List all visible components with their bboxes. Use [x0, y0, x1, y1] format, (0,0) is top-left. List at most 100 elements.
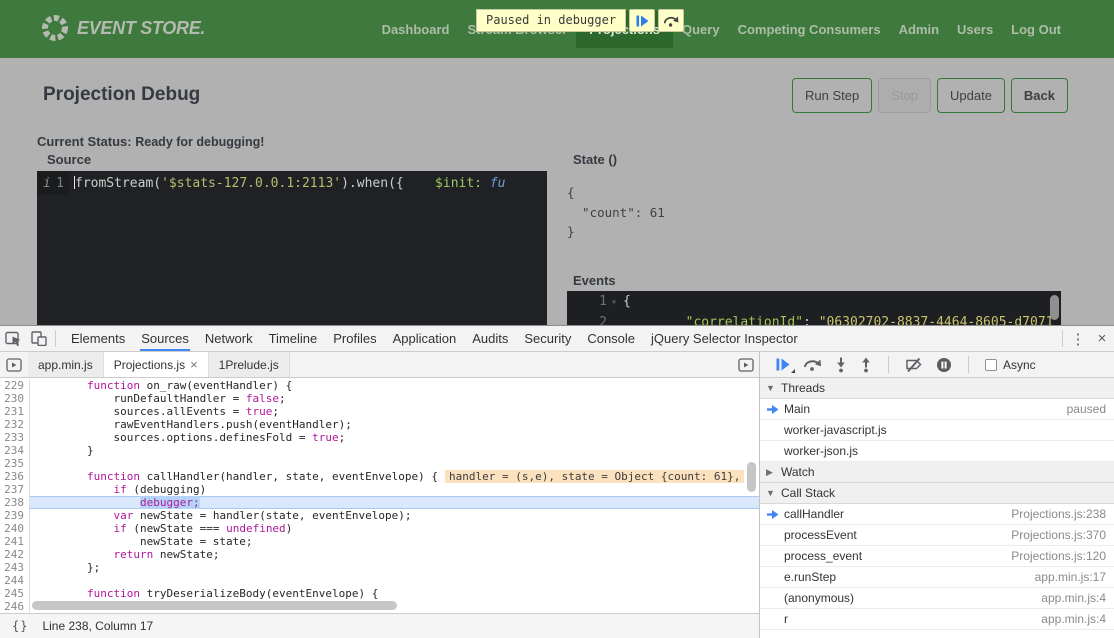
- nav-item-dashboard[interactable]: Dashboard: [373, 11, 459, 48]
- expanded-triangle-icon: ▼: [766, 488, 775, 498]
- devtools-close-button[interactable]: ×: [1090, 330, 1114, 347]
- line-number-243[interactable]: 243: [0, 561, 30, 574]
- devtools-tab-application[interactable]: Application: [385, 326, 465, 351]
- devtools-tab-elements[interactable]: Elements: [63, 326, 133, 351]
- step-over-button[interactable]: [803, 358, 822, 371]
- thread-main[interactable]: Mainpaused: [760, 399, 1114, 420]
- events-panel-label: Events: [573, 273, 616, 288]
- callstack-section-header[interactable]: ▼ Call Stack: [760, 483, 1114, 504]
- thread-worker-json-js[interactable]: worker-json.js: [760, 441, 1114, 462]
- line-number-246[interactable]: 246: [0, 600, 30, 613]
- line-number-237[interactable]: 237: [0, 483, 30, 496]
- code-line: 244: [0, 574, 759, 587]
- line-number-233[interactable]: 233: [0, 431, 30, 444]
- devtools-tab-console[interactable]: Console: [579, 326, 643, 351]
- nav-item-competing-consumers[interactable]: Competing Consumers: [729, 11, 890, 48]
- line-number-239[interactable]: 239: [0, 509, 30, 522]
- thread-worker-javascript-js[interactable]: worker-javascript.js: [760, 420, 1114, 441]
- line-number-245[interactable]: 245: [0, 587, 30, 600]
- devtools-tab-audits[interactable]: Audits: [464, 326, 516, 351]
- file-tab-projections-js[interactable]: Projections.js×: [103, 352, 209, 377]
- file-tab-1prelude-js[interactable]: 1Prelude.js: [209, 352, 290, 377]
- line-number-240[interactable]: 240: [0, 522, 30, 535]
- vertical-scrollbar[interactable]: [747, 462, 756, 492]
- code-editor[interactable]: 229 function on_raw(eventHandler) {230 r…: [0, 378, 759, 613]
- async-checkbox[interactable]: [985, 359, 997, 371]
- nav-item-admin[interactable]: Admin: [890, 11, 948, 48]
- callstack-frame-r[interactable]: rapp.min.js:4: [760, 609, 1114, 630]
- step-out-button[interactable]: [860, 357, 872, 373]
- run-step-button[interactable]: Run Step: [792, 78, 872, 113]
- horizontal-scrollbar[interactable]: [32, 601, 397, 610]
- devtools-tab-jquery-selector-inspector[interactable]: jQuery Selector Inspector: [643, 326, 806, 351]
- events-gutter-1[interactable]: 1▾: [567, 291, 623, 312]
- nav-item-log-out[interactable]: Log Out: [1002, 11, 1070, 48]
- more-tabs-button[interactable]: [733, 352, 759, 377]
- line-number-229[interactable]: 229: [0, 379, 30, 392]
- devtools-tab-network[interactable]: Network: [197, 326, 261, 351]
- resume-icon: [776, 358, 790, 371]
- code-line: 235: [0, 457, 759, 470]
- frame-location: app.min.js:17: [1035, 570, 1106, 584]
- events-gutter-2[interactable]: 2▾: [567, 312, 623, 325]
- devtools-tab-timeline[interactable]: Timeline: [261, 326, 326, 351]
- callstack-frame-anonymous[interactable]: (anonymous)app.min.js:4: [760, 588, 1114, 609]
- line-number-236[interactable]: 236: [0, 470, 30, 483]
- frame-location: app.min.js:4: [1041, 612, 1106, 626]
- file-tab-app-min-js[interactable]: app.min.js: [28, 352, 104, 377]
- line-number-235[interactable]: 235: [0, 457, 30, 470]
- code-text: function on_raw(eventHandler) {: [30, 379, 759, 392]
- update-button[interactable]: Update: [937, 78, 1005, 113]
- line-number-241[interactable]: 241: [0, 535, 30, 548]
- code-text: return newState;: [30, 548, 759, 561]
- line-number-231[interactable]: 231: [0, 405, 30, 418]
- step-over-banner-button[interactable]: [658, 9, 684, 32]
- callstack-frame-processevent[interactable]: processEventProjections.js:370: [760, 525, 1114, 546]
- deactivate-breakpoints-button[interactable]: [905, 358, 923, 372]
- code-line: 242 return newState;: [0, 548, 759, 561]
- callstack-frame-process-event[interactable]: process_eventProjections.js:120: [760, 546, 1114, 567]
- line-number-234[interactable]: 234: [0, 444, 30, 457]
- devtools-tab-profiles[interactable]: Profiles: [325, 326, 384, 351]
- navigator-toggle-button[interactable]: [0, 352, 28, 377]
- toolbar-separator: [968, 356, 969, 373]
- code-line: 230 runDefaultHandler = false;: [0, 392, 759, 405]
- nav-item-users[interactable]: Users: [948, 11, 1002, 48]
- inspect-element-button[interactable]: [0, 327, 26, 351]
- current-thread-arrow: [766, 404, 779, 418]
- line-number-244[interactable]: 244: [0, 574, 30, 587]
- pretty-print-button[interactable]: {}: [12, 619, 28, 633]
- callstack-frame-e-runstep[interactable]: e.runStepapp.min.js:17: [760, 567, 1114, 588]
- line-number-230[interactable]: 230: [0, 392, 30, 405]
- brand[interactable]: EVENT STORE.: [40, 13, 205, 43]
- callstack-frame-callhandler[interactable]: callHandlerProjections.js:238: [760, 504, 1114, 525]
- thread-name: worker-json.js: [784, 444, 858, 458]
- pause-on-exceptions-icon: [936, 357, 952, 373]
- pause-on-exceptions-button[interactable]: [936, 357, 952, 373]
- devtools-tab-sources[interactable]: Sources: [133, 326, 197, 351]
- events-editor[interactable]: 1▾ { 2▾ "correlationId": "06302702-8837-…: [567, 291, 1061, 325]
- stop-button: Stop: [878, 78, 931, 113]
- line-number-238[interactable]: 238: [0, 496, 30, 509]
- line-number-232[interactable]: 232: [0, 418, 30, 431]
- resume-script-button[interactable]: [629, 9, 655, 32]
- events-code-1: {: [623, 291, 631, 312]
- threads-section-header[interactable]: ▼ Threads: [760, 378, 1114, 399]
- watch-section-header[interactable]: ▶ Watch: [760, 462, 1114, 483]
- code-text: function callHandler(handler, state, eve…: [30, 470, 759, 483]
- back-button[interactable]: Back: [1011, 78, 1068, 113]
- events-scrollbar[interactable]: [1050, 295, 1059, 320]
- close-tab-icon[interactable]: ×: [190, 357, 198, 372]
- step-into-button[interactable]: [835, 357, 847, 373]
- status-label: Current Status:: [37, 134, 132, 149]
- state-json-line: }: [567, 222, 665, 242]
- fold-toggle-icon[interactable]: ▾: [611, 297, 617, 308]
- devtools-tab-security[interactable]: Security: [516, 326, 579, 351]
- state-json-line: {: [567, 183, 665, 203]
- devtools-menu-button[interactable]: ⋮: [1066, 330, 1090, 348]
- source-editor[interactable]: i 1 fromStream('$stats-127.0.0.1:2113').…: [37, 171, 547, 325]
- line-number-242[interactable]: 242: [0, 548, 30, 561]
- device-toolbar-button[interactable]: [26, 327, 52, 351]
- file-tab-label: 1Prelude.js: [219, 358, 279, 372]
- resume-button[interactable]: [776, 358, 790, 371]
